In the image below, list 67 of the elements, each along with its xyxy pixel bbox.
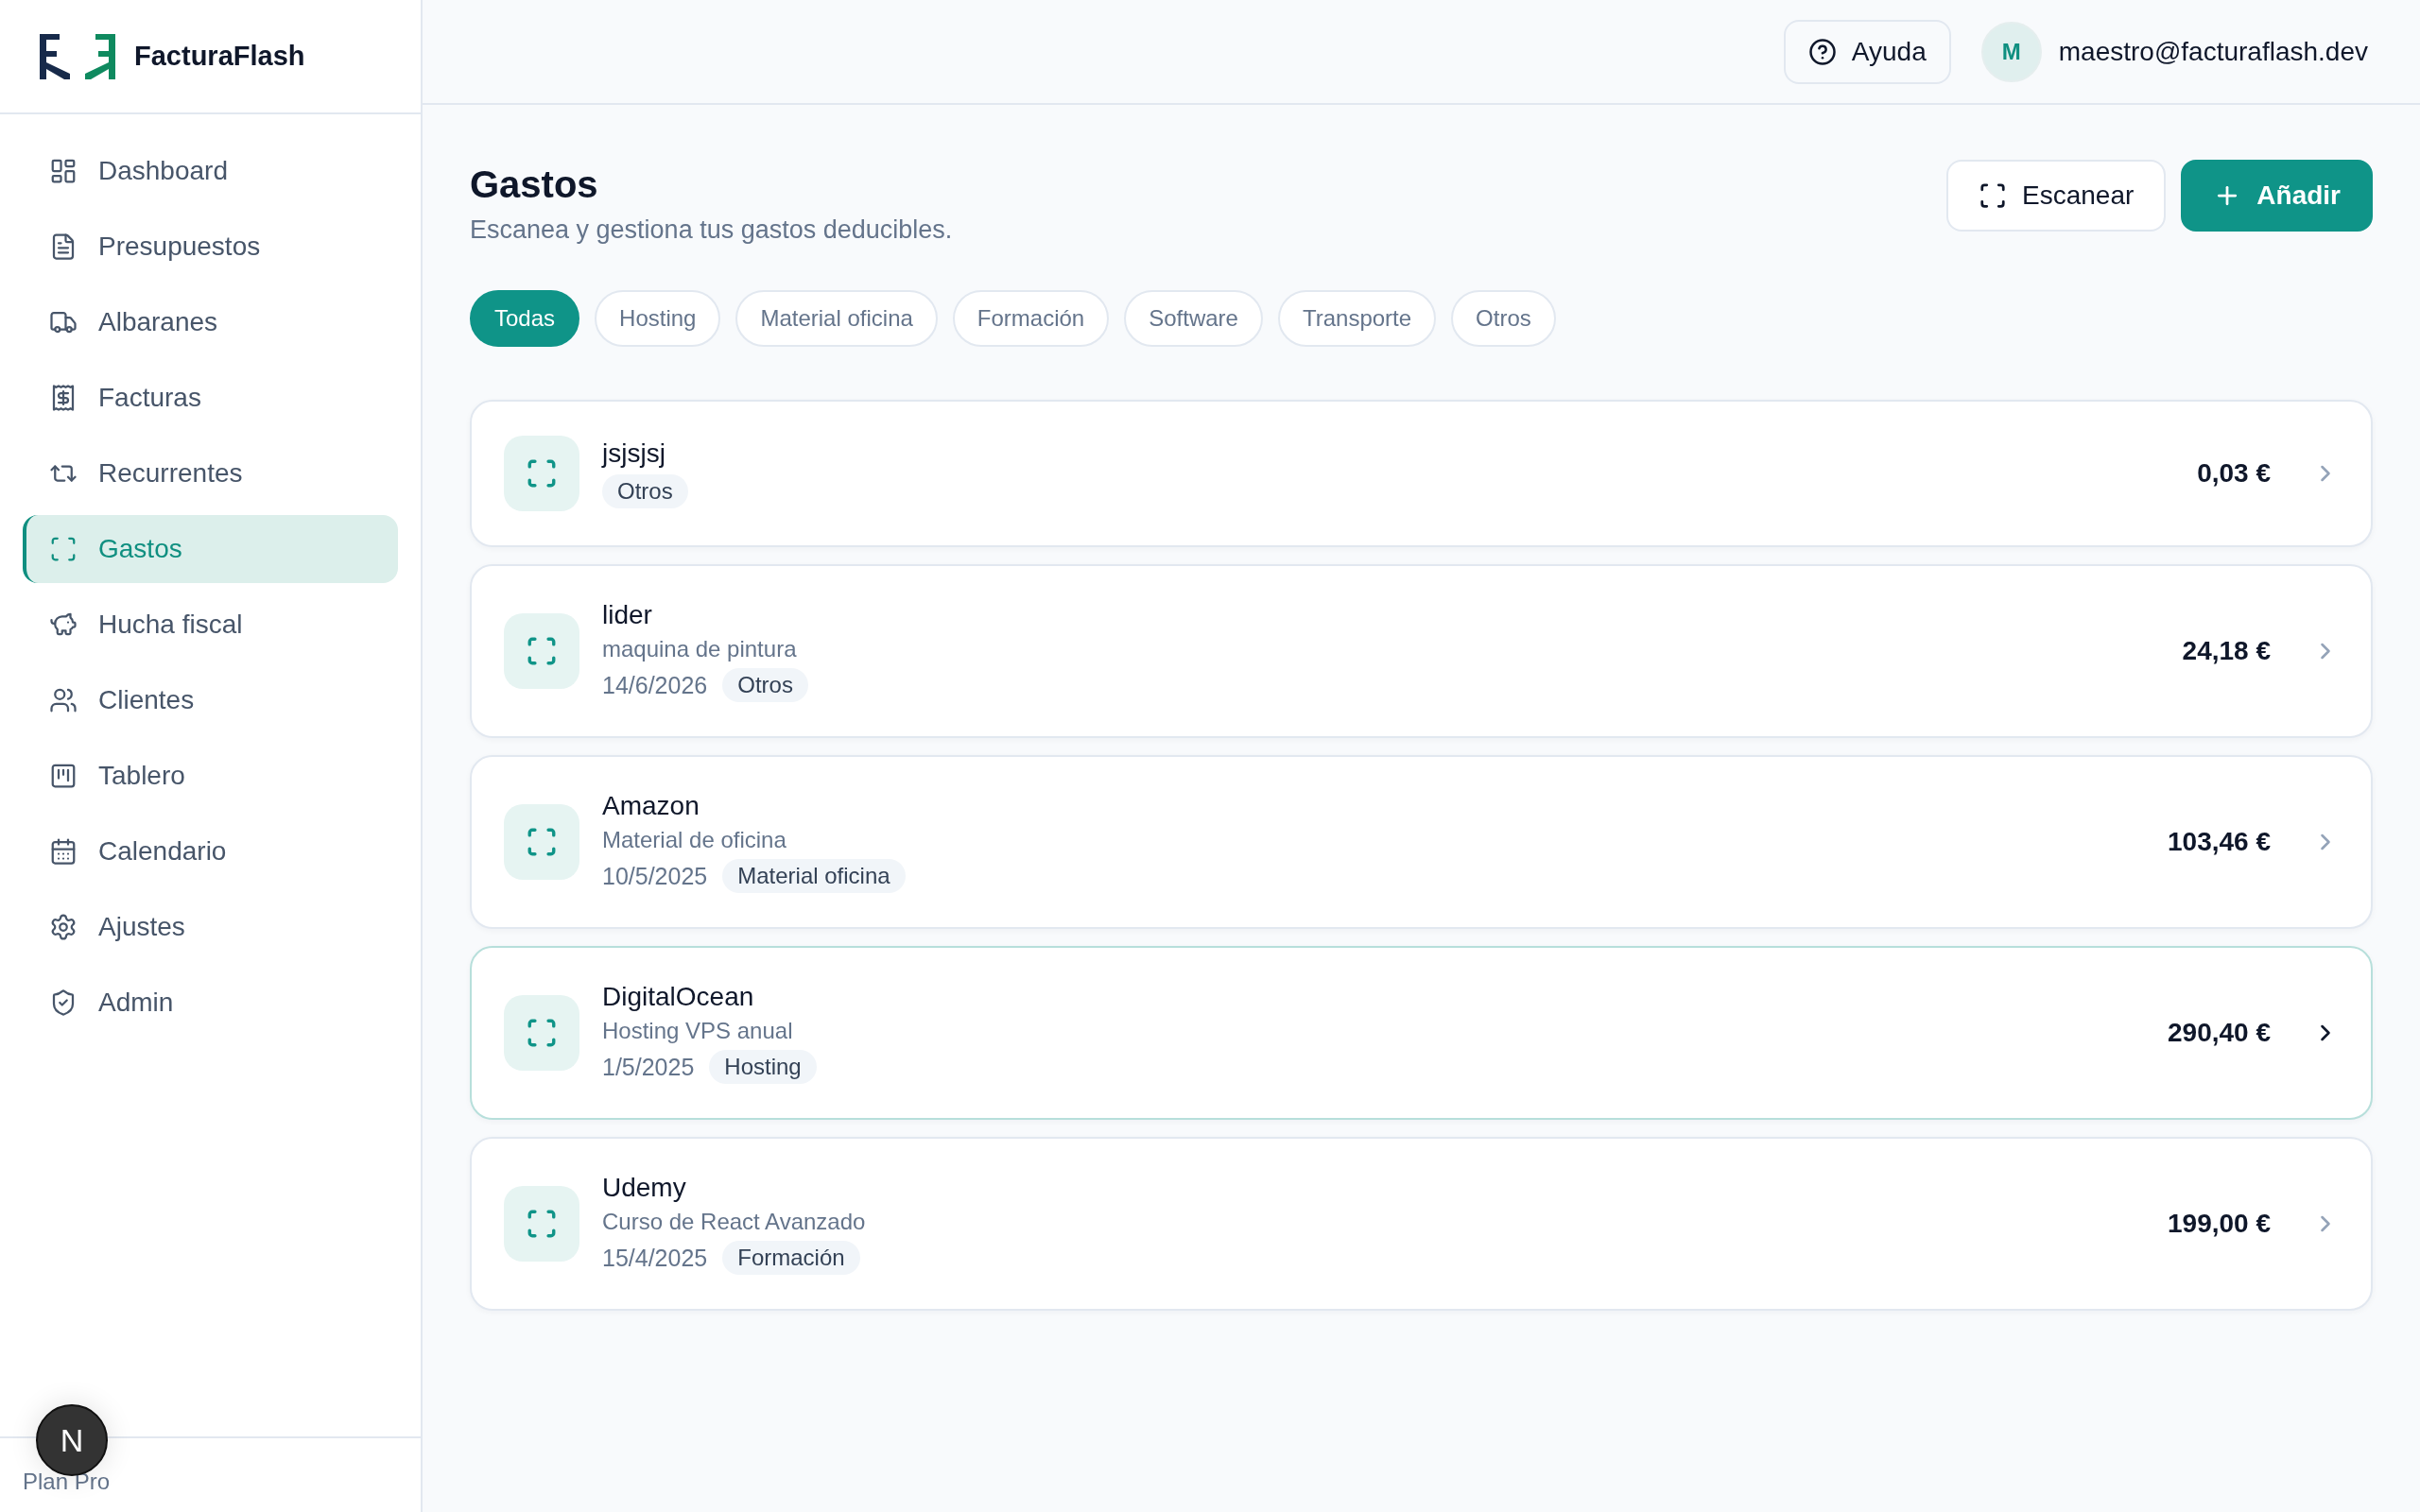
brand-name: FacturaFlash xyxy=(134,41,305,72)
sidebar-item[interactable]: Recurrentes xyxy=(23,439,398,507)
page-title: Gastos xyxy=(470,163,599,206)
filter-chip[interactable]: Hosting xyxy=(595,290,721,347)
dashboard-icon xyxy=(49,157,78,185)
category-tag: Material oficina xyxy=(722,859,906,893)
expense-card[interactable]: lider maquina de pintura 14/6/2026 Otros 24,18 € xyxy=(470,564,2373,738)
category-tag: Otros xyxy=(722,668,808,702)
expense-description: Hosting VPS anual xyxy=(602,1018,794,1044)
logo-icon xyxy=(40,33,115,79)
expense-amount: 290,40 € xyxy=(2168,1018,2271,1048)
category-tag: Otros xyxy=(602,474,688,508)
settings-icon xyxy=(49,913,78,941)
help-button[interactable]: Ayuda xyxy=(1783,19,1951,84)
page-subtitle: Escanea y gestiona tus gastos deducibles. xyxy=(470,215,953,245)
expense-amount: 24,18 € xyxy=(2182,636,2271,666)
scan-icon xyxy=(526,1017,558,1049)
expense-name: Amazon xyxy=(602,791,700,821)
sidebar-item[interactable]: Calendario xyxy=(23,817,398,885)
expense-date: 15/4/2025 xyxy=(602,1244,708,1272)
filter-chip[interactable]: Material oficina xyxy=(735,290,938,347)
expense-amount: 0,03 € xyxy=(2197,458,2271,489)
expense-name: jsjsjsj xyxy=(602,438,666,469)
expense-card[interactable]: DigitalOcean Hosting VPS anual 1/5/2025 Hosting 290,40 € xyxy=(470,946,2373,1120)
sidebar-item[interactable]: Presupuestos xyxy=(23,213,398,281)
expense-description: Material de oficina xyxy=(602,827,787,853)
expense-name: DigitalOcean xyxy=(602,982,755,1012)
category-tag: Formación xyxy=(722,1241,860,1275)
expense-date: 14/6/2026 xyxy=(602,671,708,699)
sidebar-item[interactable]: Tablero xyxy=(23,742,398,810)
sidebar-item[interactable]: Dashboard xyxy=(23,137,398,205)
expense-name: Udemy xyxy=(602,1173,687,1203)
sidebar-item[interactable]: Clientes xyxy=(23,666,398,734)
scan-button[interactable]: Escanear xyxy=(1946,160,2167,232)
expense-amount: 199,00 € xyxy=(2168,1209,2271,1239)
filter-chip[interactable]: Otros xyxy=(1451,290,1556,347)
category-tag: Hosting xyxy=(709,1050,817,1084)
sidebar-item[interactable]: Albaranes xyxy=(23,288,398,356)
expense-date: 1/5/2025 xyxy=(602,1053,695,1081)
expense-amount: 103,46 € xyxy=(2168,827,2271,857)
filter-chip[interactable]: Software xyxy=(1124,290,1263,347)
scan-icon xyxy=(526,635,558,667)
filter-chip[interactable]: Todas xyxy=(470,290,580,347)
scan-icon xyxy=(1979,181,2007,210)
users-icon xyxy=(49,686,78,714)
expense-card[interactable]: jsjsjsj Otros 0,03 € xyxy=(470,400,2373,547)
sidebar-item[interactable]: Ajustes xyxy=(23,893,398,961)
add-button[interactable]: Añadir xyxy=(2181,160,2373,232)
filter-chip[interactable]: Formación xyxy=(952,290,1110,347)
scan-icon xyxy=(526,1208,558,1240)
sidebar-item[interactable]: Hucha fiscal xyxy=(23,591,398,659)
sidebar-item[interactable]: Facturas xyxy=(23,364,398,432)
kanban-icon xyxy=(49,762,78,790)
scan-icon xyxy=(49,535,78,563)
expense-description: Curso de React Avanzado xyxy=(602,1209,867,1235)
filter-chip[interactable]: Transporte xyxy=(1277,290,1437,347)
user-email: maestro@facturaflash.dev xyxy=(2058,36,2368,67)
expense-description: maquina de pintura xyxy=(602,636,798,662)
expense-card[interactable]: Udemy Curso de React Avanzado 15/4/2025 Formación 199,00 € xyxy=(470,1137,2373,1311)
scan-icon xyxy=(526,826,558,858)
expense-card[interactable]: Amazon Material de oficina 10/5/2025 Material oficina 103,46 € xyxy=(470,755,2373,929)
calendar-icon xyxy=(49,837,78,866)
sidebar-item[interactable]: Admin xyxy=(23,969,398,1037)
expense-name: lider xyxy=(602,600,653,630)
scan-icon xyxy=(526,457,558,490)
expense-date: 10/5/2025 xyxy=(602,862,708,890)
help-icon xyxy=(1807,37,1837,66)
